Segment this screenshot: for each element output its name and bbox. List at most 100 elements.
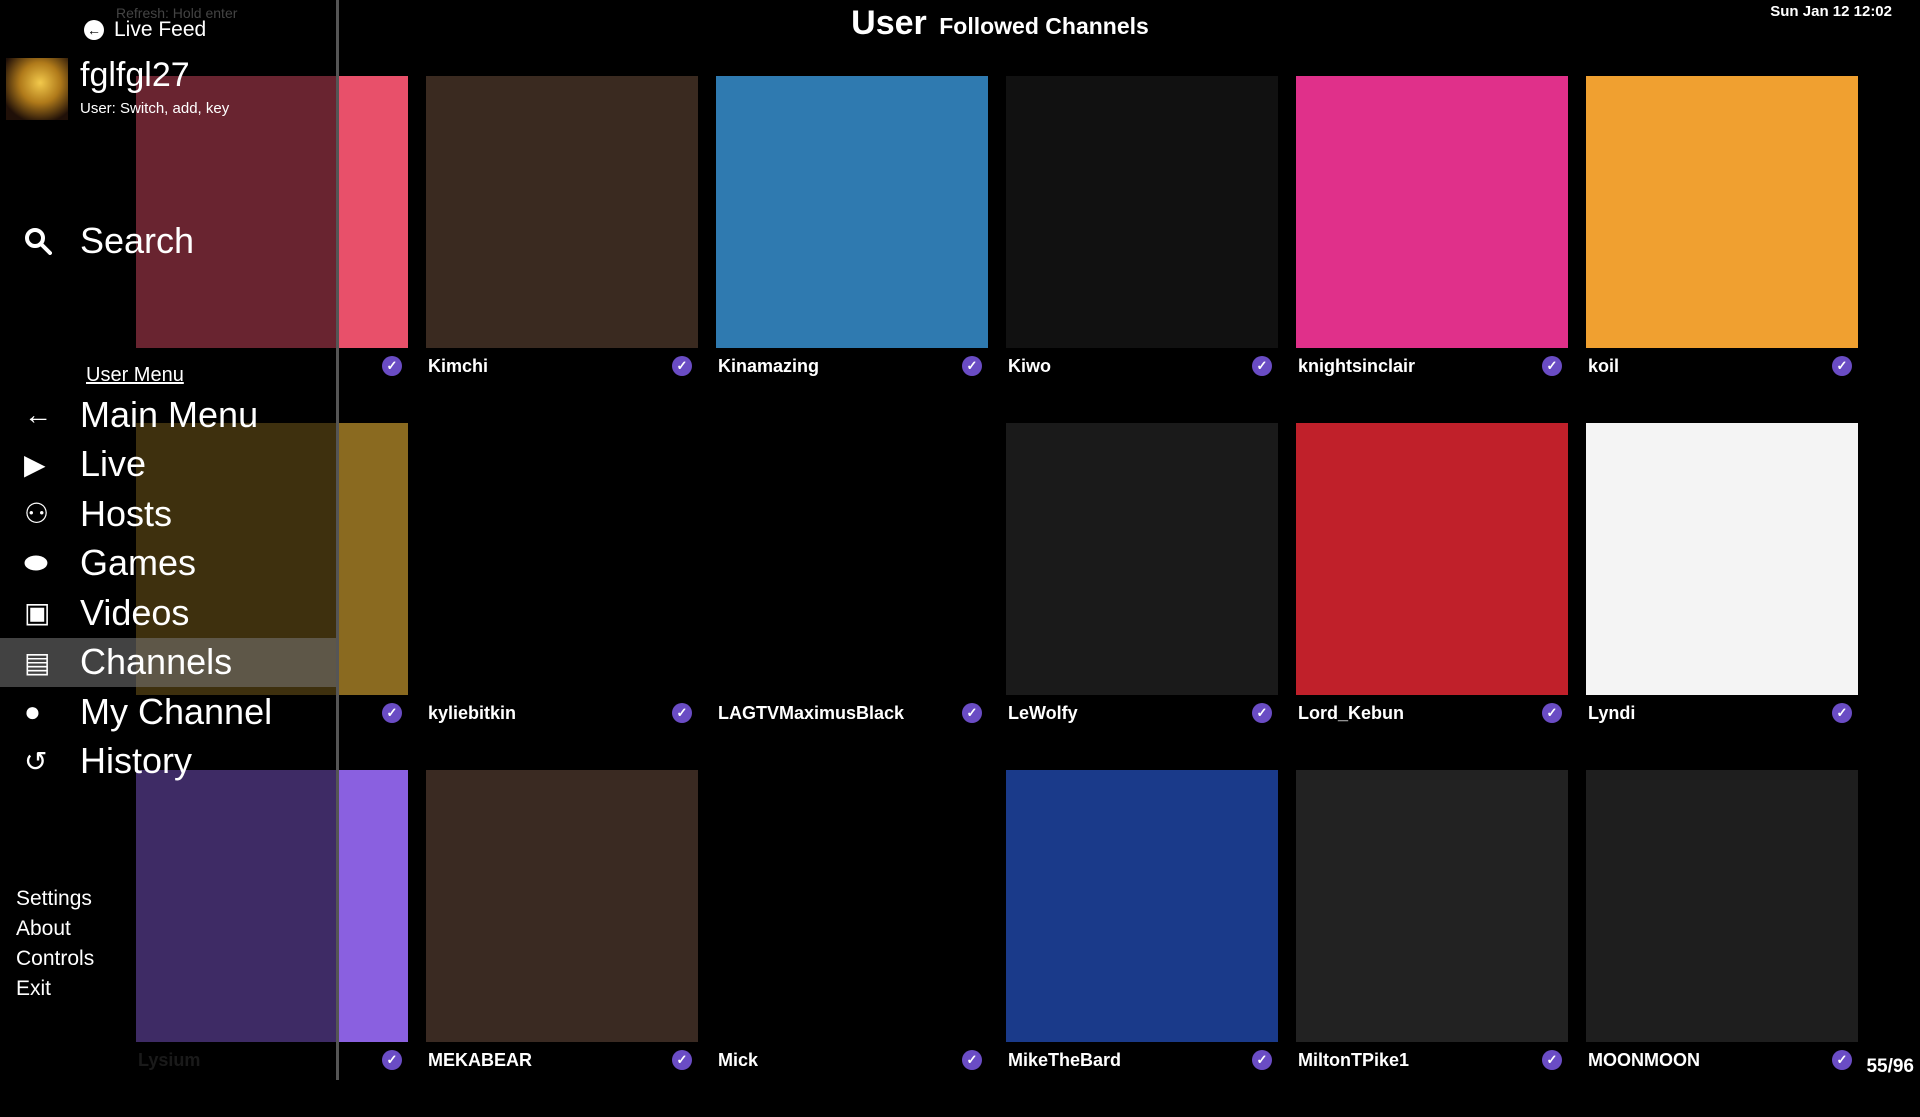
channel-tile[interactable]: MiltonTPike1 ✓	[1296, 770, 1568, 1117]
channel-name: knightsinclair	[1298, 356, 1416, 376]
channel-thumbnail[interactable]	[1006, 423, 1278, 695]
verified-check-icon: ✓	[672, 703, 692, 723]
film-icon: ▤	[24, 646, 51, 678]
channel-thumbnail[interactable]	[1586, 423, 1858, 695]
channel-thumbnail[interactable]	[1296, 76, 1568, 348]
verified-check-icon: ✓	[1542, 1050, 1562, 1070]
channel-thumbnail[interactable]	[716, 423, 988, 695]
menu-item-live[interactable]: ▶ Live	[0, 440, 336, 490]
channel-tile[interactable]: Kimchi ✓	[426, 76, 698, 423]
menu-item-hosts[interactable]: ⚇ Hosts	[0, 489, 336, 539]
menu-item-label: History	[80, 740, 193, 782]
channel-name: MEKABEAR	[428, 1050, 533, 1070]
title-sub: Followed Channels	[939, 13, 1149, 39]
menu-item-games[interactable]: ⬬ Games	[0, 539, 336, 589]
channel-tile[interactable]: knightsinclair ✓	[1296, 76, 1568, 423]
avatar[interactable]	[6, 58, 68, 120]
channel-tile[interactable]: koil ✓	[1586, 76, 1858, 423]
channel-thumbnail[interactable]	[1006, 770, 1278, 1042]
verified-check-icon: ✓	[1252, 356, 1272, 376]
video-icon: ▣	[24, 597, 51, 629]
user-icon: ●	[24, 695, 41, 727]
footer-link-exit[interactable]: Exit	[16, 974, 94, 1004]
history-icon: ↺	[24, 745, 48, 777]
channel-name: LAGTVMaximusBlack	[718, 703, 905, 723]
footer-links: Settings About Controls Exit	[16, 884, 94, 1004]
menu-item-label: Hosts	[80, 492, 173, 534]
menu-item-label: Live	[80, 443, 147, 485]
verified-check-icon: ✓	[1542, 703, 1562, 723]
channel-tile[interactable]: MEKABEAR ✓	[426, 770, 698, 1117]
channel-name: kyliebitkin	[428, 703, 517, 723]
footer-link-about[interactable]: About	[16, 914, 94, 944]
channel-thumbnail[interactable]	[1296, 423, 1568, 695]
verified-check-icon: ✓	[1252, 1050, 1272, 1070]
channel-thumbnail[interactable]	[1296, 770, 1568, 1042]
gamepad-icon: ⬬	[24, 546, 48, 578]
verified-check-icon: ✓	[1832, 703, 1852, 723]
channel-thumbnail[interactable]	[426, 76, 698, 348]
user-hint: User: Switch, add, key	[80, 100, 230, 117]
menu-item-channels[interactable]: ▤ Channels	[0, 637, 336, 687]
verified-check-icon: ✓	[1832, 356, 1852, 376]
live-feed-button[interactable]: ← Live Feed	[84, 18, 206, 42]
clock: Sun Jan 12 12:02	[1770, 3, 1892, 20]
channel-tile[interactable]: kyliebitkin ✓	[426, 423, 698, 770]
channel-thumbnail[interactable]	[1586, 76, 1858, 348]
verified-check-icon: ✓	[672, 356, 692, 376]
search-button[interactable]: Search	[24, 220, 194, 262]
channel-grid: ✓ Kimchi ✓ Kinamazing ✓ Kiwo ✓ knightsinclair ✓ k…	[136, 76, 1858, 1117]
channel-tile[interactable]: MOONMOON ✓	[1586, 770, 1858, 1117]
channel-name: MikeTheBard	[1008, 1050, 1122, 1070]
channel-tile[interactable]: Lord_Kebun ✓	[1296, 423, 1568, 770]
arrow-left-icon: ←	[84, 20, 104, 40]
channel-tile[interactable]: LeWolfy ✓	[1006, 423, 1278, 770]
sidebar: Refresh: Hold enter ← Live Feed fglfgl27…	[0, 0, 339, 1080]
channel-tile[interactable]: LAGTVMaximusBlack ✓	[716, 423, 988, 770]
channel-tile[interactable]: Mick ✓	[716, 770, 988, 1117]
page-count: 55/96	[1866, 1056, 1914, 1077]
channel-thumbnail[interactable]	[426, 770, 698, 1042]
menu-item-main-menu[interactable]: ← Main Menu	[0, 390, 336, 440]
channel-tile[interactable]: Kinamazing ✓	[716, 76, 988, 423]
channel-name: Kiwo	[1008, 356, 1051, 376]
menu-item-label: Channels	[80, 641, 233, 683]
menu-item-videos[interactable]: ▣ Videos	[0, 588, 336, 638]
channel-tile[interactable]: Kiwo ✓	[1006, 76, 1278, 423]
channel-thumbnail[interactable]	[426, 423, 698, 695]
channel-thumbnail[interactable]	[1006, 76, 1278, 348]
verified-check-icon: ✓	[382, 356, 402, 376]
menu-item-history[interactable]: ↺ History	[0, 737, 336, 787]
username[interactable]: fglfgl27	[80, 56, 190, 95]
channel-name: Mick	[718, 1050, 759, 1070]
channel-name: MOONMOON	[1588, 1050, 1700, 1070]
channel-name: Kimchi	[428, 356, 489, 376]
footer-link-controls[interactable]: Controls	[16, 944, 94, 974]
user-menu-header: User Menu	[86, 364, 184, 386]
channel-thumbnail[interactable]	[1586, 770, 1858, 1042]
menu-item-label: Main Menu	[80, 393, 259, 435]
channel-tile[interactable]: Lyndi ✓	[1586, 423, 1858, 770]
channel-thumbnail[interactable]	[716, 770, 988, 1042]
user-menu: ← Main Menu ▶ Live ⚇ Hosts ⬬ Games ▣ Videos ▤ Chann…	[0, 390, 336, 786]
menu-item-label: My Channel	[80, 690, 273, 732]
verified-check-icon: ✓	[962, 703, 982, 723]
channel-thumbnail[interactable]	[716, 76, 988, 348]
verified-check-icon: ✓	[382, 1050, 402, 1070]
verified-check-icon: ✓	[962, 1050, 982, 1070]
channel-name: Lord_Kebun	[1298, 703, 1404, 723]
menu-item-my-channel[interactable]: ● My Channel	[0, 687, 336, 737]
title-main: User	[851, 4, 927, 42]
channel-tile[interactable]: MikeTheBard ✓	[1006, 770, 1278, 1117]
search-label: Search	[80, 220, 195, 261]
group-icon: ⚇	[24, 498, 50, 530]
footer-link-settings[interactable]: Settings	[16, 884, 94, 914]
verified-check-icon: ✓	[1252, 703, 1272, 723]
channel-name: Kinamazing	[718, 356, 820, 376]
verified-check-icon: ✓	[382, 703, 402, 723]
menu-item-label: Videos	[80, 591, 190, 633]
channel-name: LeWolfy	[1008, 703, 1078, 723]
menu-item-label: Games	[80, 542, 197, 584]
live-feed-label: Live Feed	[114, 18, 207, 41]
verified-check-icon: ✓	[672, 1050, 692, 1070]
